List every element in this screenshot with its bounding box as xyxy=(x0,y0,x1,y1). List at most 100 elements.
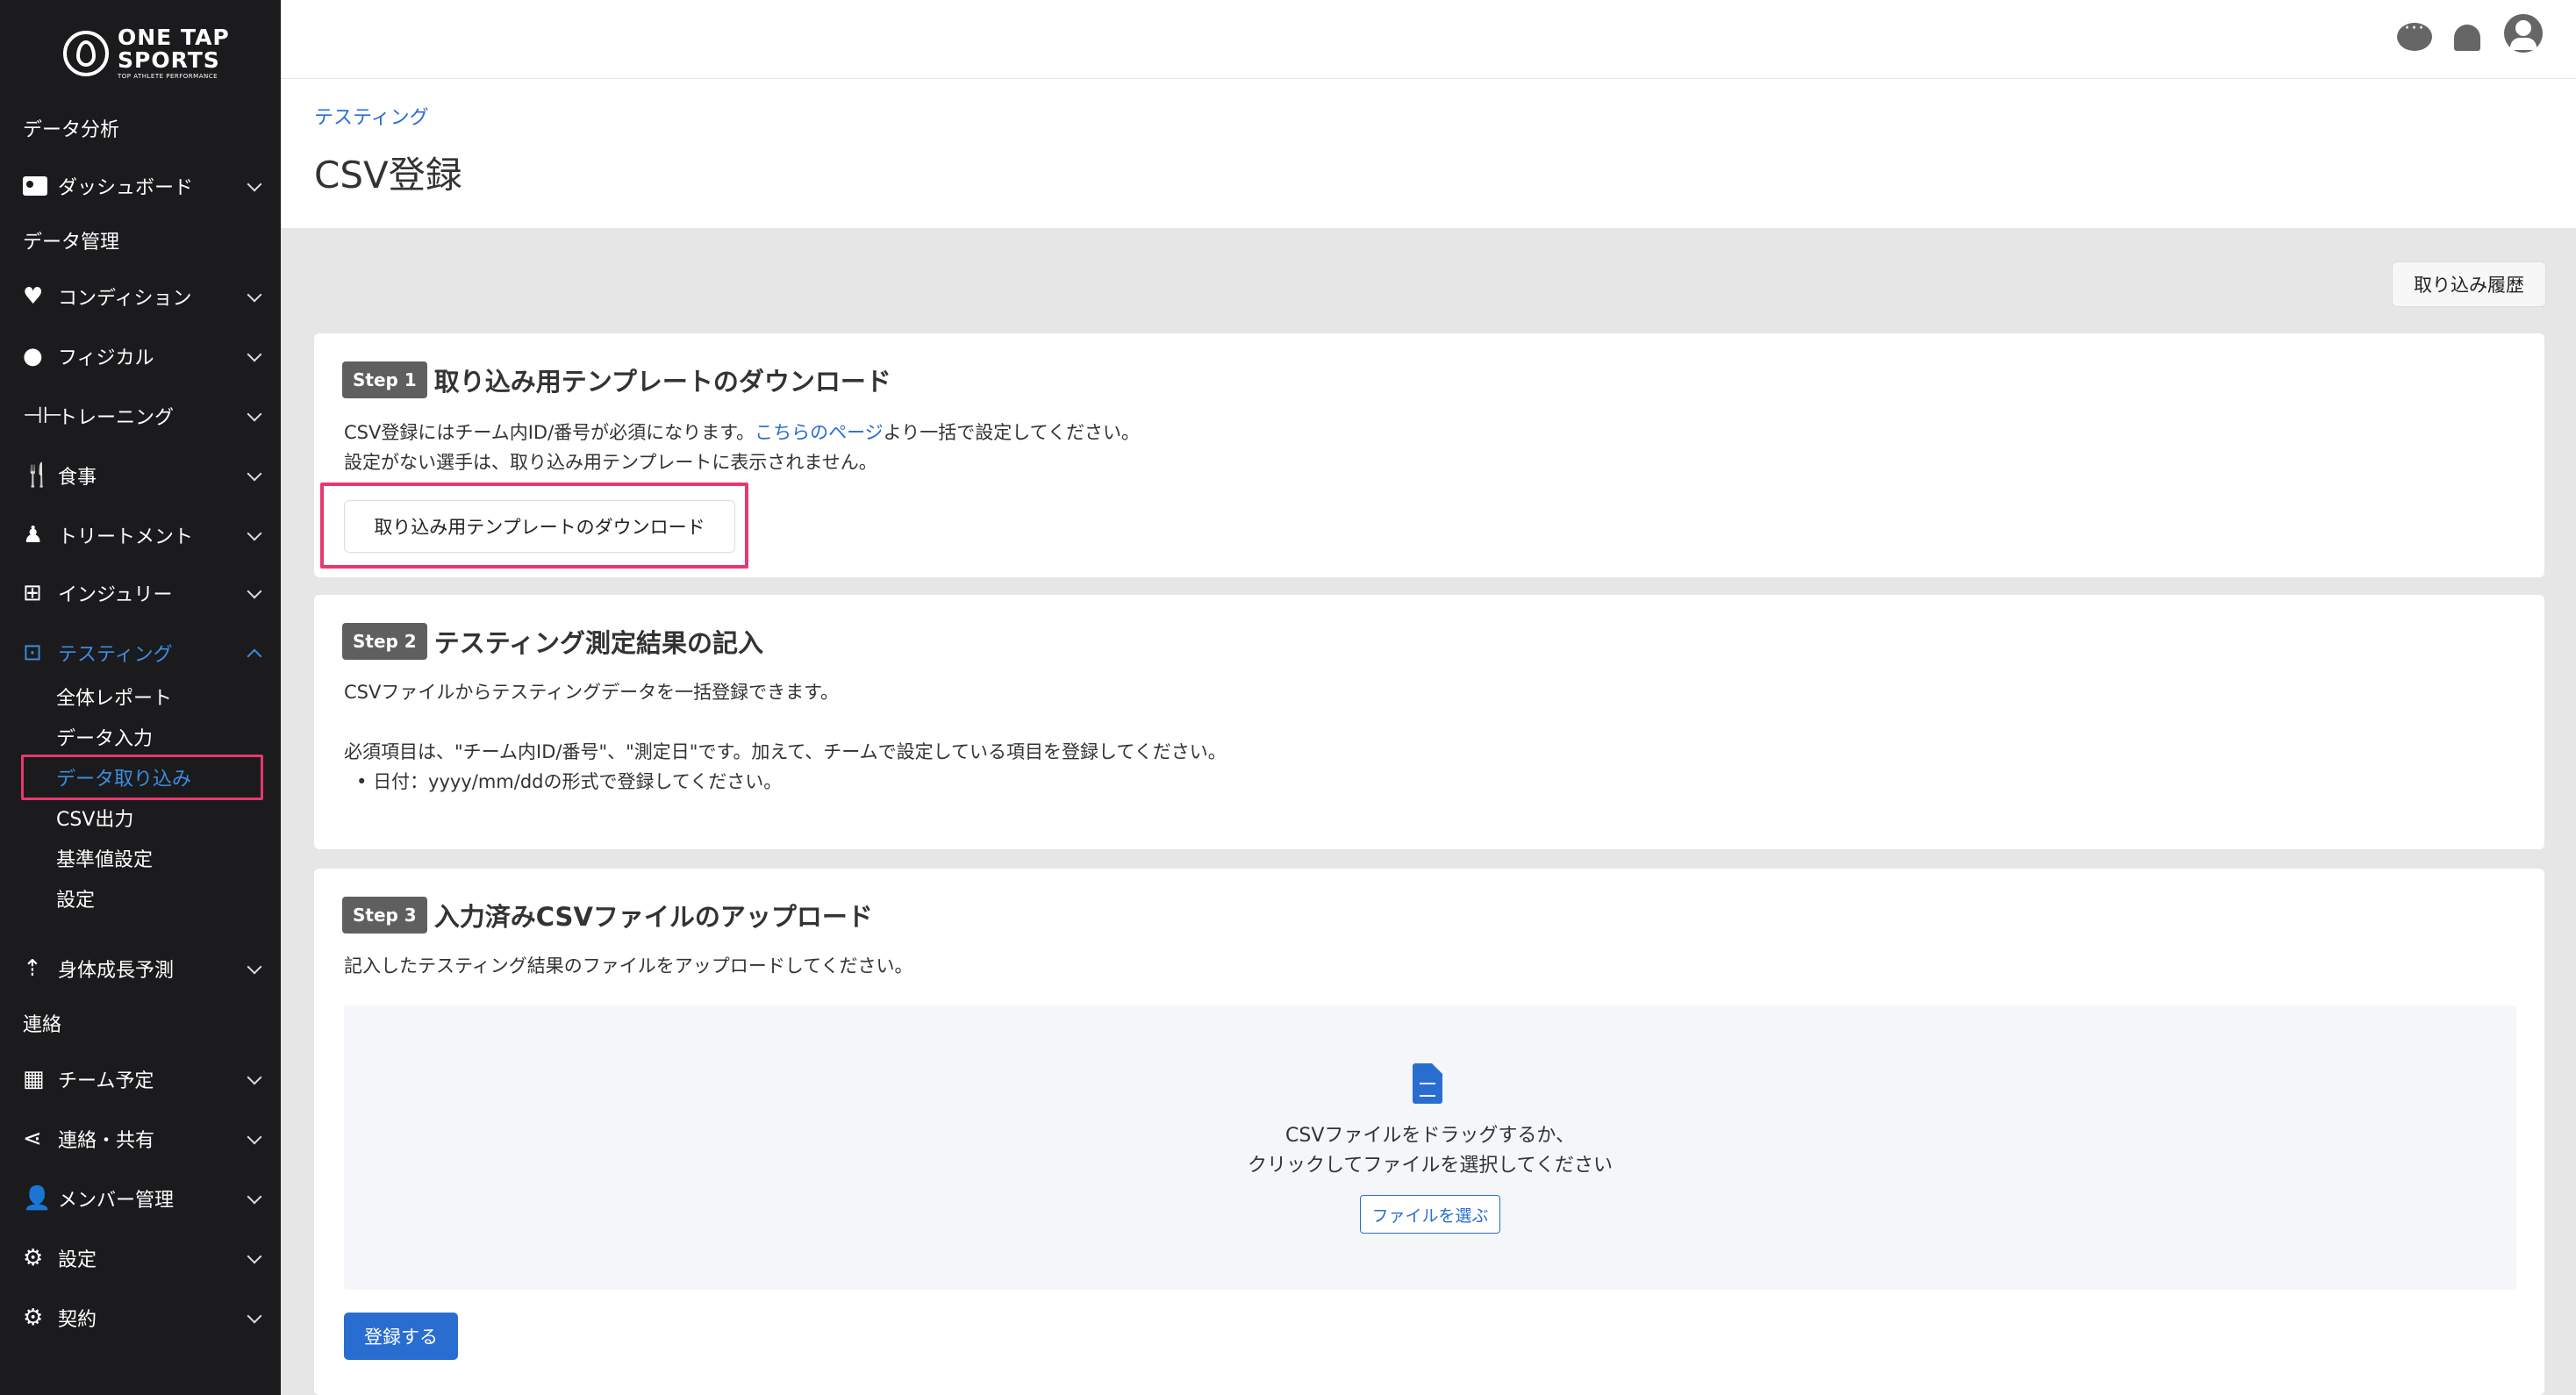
step2-text2: 必須項目は、"チーム内ID/番号"、"測定日"です。加えて、チームで設定している… xyxy=(344,741,1227,762)
section-data-management: データ管理 xyxy=(23,232,120,254)
gear-icon: ⚙ xyxy=(23,1245,44,1271)
drop-text-line2: クリックしてファイルを選択してください xyxy=(1247,1155,1614,1177)
chevron-up-icon xyxy=(246,644,263,662)
chevron-down-icon xyxy=(246,1309,263,1327)
download-template-button[interactable]: 取り込み用テンプレートのダウンロード xyxy=(344,500,735,553)
sidebar-item-settings[interactable]: ⚙ 設定 xyxy=(23,1239,263,1277)
sidebar-item-treatment[interactable]: ♟ トリートメント xyxy=(23,516,263,554)
breadcrumb[interactable]: テスティング xyxy=(314,102,429,130)
sidebar-item-dashboard[interactable]: ダッシュボード xyxy=(23,167,263,205)
step-badge: Step 3 xyxy=(342,897,427,934)
step-title: 入力済みCSVファイルのアップロード xyxy=(433,902,873,932)
step-badge: Step 1 xyxy=(342,361,427,398)
sidebar-item-contract[interactable]: ⚙ 契約 xyxy=(23,1298,263,1337)
sidebar-item-label: トレーニング xyxy=(58,407,175,429)
sidebar-subitem-data-entry[interactable]: データ入力 xyxy=(56,721,153,753)
chevron-down-icon xyxy=(246,526,263,544)
step2-card: Step 2 テスティング測定結果の記入 CSVファイルからテスティングデータを… xyxy=(314,595,2544,849)
step2-bullet: • 日付：yyyy/mm/ddの形式で登録してください。 xyxy=(356,771,783,792)
section-contact: 連絡 xyxy=(23,1014,62,1036)
chat-icon[interactable] xyxy=(2395,18,2434,56)
brand-line3: TOP ATHLETE PERFORMANCE xyxy=(118,73,218,80)
sidebar-item-members[interactable]: 👤 メンバー管理 xyxy=(23,1179,263,1218)
heartbeat-icon: ♥ xyxy=(23,283,44,310)
sidebar-item-share[interactable]: ⋖ 連絡・共有 xyxy=(23,1120,263,1158)
sidebar-item-injury[interactable]: ⊞ インジュリー xyxy=(23,574,263,612)
chevron-down-icon xyxy=(246,584,263,602)
sidebar-subitem-csv-export[interactable]: CSV出力 xyxy=(56,802,133,833)
sidebar-item-label: 食事 xyxy=(58,467,97,489)
drop-text-line1: CSVファイルをドラッグするか、 xyxy=(1285,1125,1575,1147)
step1-card: Step 1 取り込み用テンプレートのダウンロード CSV登録にはチーム内ID/… xyxy=(314,333,2544,577)
share-icon: ⋖ xyxy=(23,1126,42,1152)
sidebar-item-growth[interactable]: ⇡ 身体成長予測 xyxy=(23,949,263,988)
brand-logo[interactable]: ONE TAP SPORTS TOP ATHLETE PERFORMANCE xyxy=(63,26,230,80)
sidebar-item-label: 契約 xyxy=(58,1309,97,1331)
step-title: 取り込み用テンプレートのダウンロード xyxy=(433,367,891,397)
sidebar-subitem-baseline-settings[interactable]: 基準値設定 xyxy=(56,842,153,874)
brand-line1: ONE TAP xyxy=(118,25,230,50)
step-badge: Step 2 xyxy=(342,623,427,660)
sidebar-item-label: チーム予定 xyxy=(58,1070,154,1092)
step2-description: CSVファイルからテスティングデータを一括登録できます。 必須項目は、"チーム内… xyxy=(344,677,1227,797)
sidebar-item-physical[interactable]: ● フィジカル xyxy=(23,337,263,376)
sidebar-item-label: フィジカル xyxy=(58,347,154,369)
sidebar-subitem-settings[interactable]: 設定 xyxy=(56,883,95,914)
chalkboard-teacher-icon: ⊡ xyxy=(23,640,42,666)
step2-text1: CSVファイルからテスティングデータを一括登録できます。 xyxy=(344,682,839,703)
step3-description: 記入したテスティング結果のファイルをアップロードしてください。 xyxy=(344,955,913,976)
sidebar-item-label: メンバー管理 xyxy=(58,1190,175,1212)
sidebar-item-meal[interactable]: 🍴 食事 xyxy=(23,456,263,495)
topbar xyxy=(281,0,2576,79)
medkit-icon: ⊞ xyxy=(23,580,42,606)
brand-line2: SPORTS xyxy=(118,47,220,73)
chevron-down-icon xyxy=(246,960,263,977)
utensils-icon: 🍴 xyxy=(23,462,52,489)
chevron-down-icon xyxy=(246,177,263,195)
step1-text-post: より一括で設定してください。 xyxy=(883,422,1140,443)
gear-icon: ⚙ xyxy=(23,1305,44,1331)
avatar[interactable] xyxy=(2504,14,2543,53)
chevron-down-icon xyxy=(246,1070,263,1088)
sidebar-item-training[interactable]: ⊣⊢ トレーニング xyxy=(23,397,263,435)
member-settings-link[interactable]: こちらのページ xyxy=(755,422,884,443)
sidebar-item-label: コンディション xyxy=(58,288,192,310)
sidebar-item-testing[interactable]: ⊡ テスティング xyxy=(23,633,263,672)
file-icon xyxy=(1413,1063,1442,1104)
logo-mark-icon xyxy=(63,30,109,76)
csv-dropzone[interactable]: CSVファイルをドラッグするか、 クリックしてファイルを選択してください ファイ… xyxy=(344,1005,2516,1290)
step1-text-note: 設定がない選手は、取り込み用テンプレートに表示されません。 xyxy=(344,452,877,473)
chevron-down-icon xyxy=(246,347,263,365)
sidebar-subitem-data-import[interactable]: データ取り込み xyxy=(56,762,191,793)
sidebar-item-condition[interactable]: ♥ コンディション xyxy=(23,277,263,316)
chevron-down-icon xyxy=(246,1190,263,1207)
chevron-down-icon xyxy=(246,467,263,484)
user-circle-icon: ● xyxy=(23,343,43,369)
step2-bullet-text: 日付：yyyy/mm/ddの形式で登録してください。 xyxy=(373,771,783,792)
chevron-down-icon xyxy=(246,1249,263,1267)
step1-description: CSV登録にはチーム内ID/番号が必須になります。こちらのページより一括で設定し… xyxy=(344,418,1140,477)
child-growth-icon: ⇡ xyxy=(23,955,42,982)
import-history-button[interactable]: 取り込み履歴 xyxy=(2392,261,2546,307)
sidebar-item-label: 身体成長予測 xyxy=(58,960,175,982)
sidebar-item-schedule[interactable]: ▦ チーム予定 xyxy=(23,1060,263,1098)
step1-text-pre: CSV登録にはチーム内ID/番号が必須になります。 xyxy=(344,422,755,443)
chevron-down-icon xyxy=(246,288,263,305)
sidebar-item-label: テスティング xyxy=(58,644,173,666)
sidebar-item-label: 設定 xyxy=(58,1249,97,1271)
step3-card: Step 3 入力済みCSVファイルのアップロード 記入したテスティング結果のフ… xyxy=(314,869,2544,1395)
step-title: テスティング測定結果の記入 xyxy=(433,628,763,658)
chevron-down-icon xyxy=(246,1130,263,1148)
page-title: CSV登録 xyxy=(314,154,462,197)
bell-icon[interactable] xyxy=(2448,18,2487,56)
sidebar: ONE TAP SPORTS TOP ATHLETE PERFORMANCE デ… xyxy=(0,0,281,1395)
id-card-icon xyxy=(23,174,51,198)
user-icon: 👤 xyxy=(23,1185,52,1212)
sidebar-item-label: ダッシュボード xyxy=(58,177,194,199)
section-data-analysis: データ分析 xyxy=(23,119,120,141)
sidebar-subitem-overall-report[interactable]: 全体レポート xyxy=(56,681,172,712)
sidebar-item-label: インジュリー xyxy=(58,584,173,606)
register-button[interactable]: 登録する xyxy=(344,1313,458,1360)
sidebar-item-label: 連絡・共有 xyxy=(58,1130,155,1152)
choose-file-button[interactable]: ファイルを選ぶ xyxy=(1360,1195,1500,1234)
